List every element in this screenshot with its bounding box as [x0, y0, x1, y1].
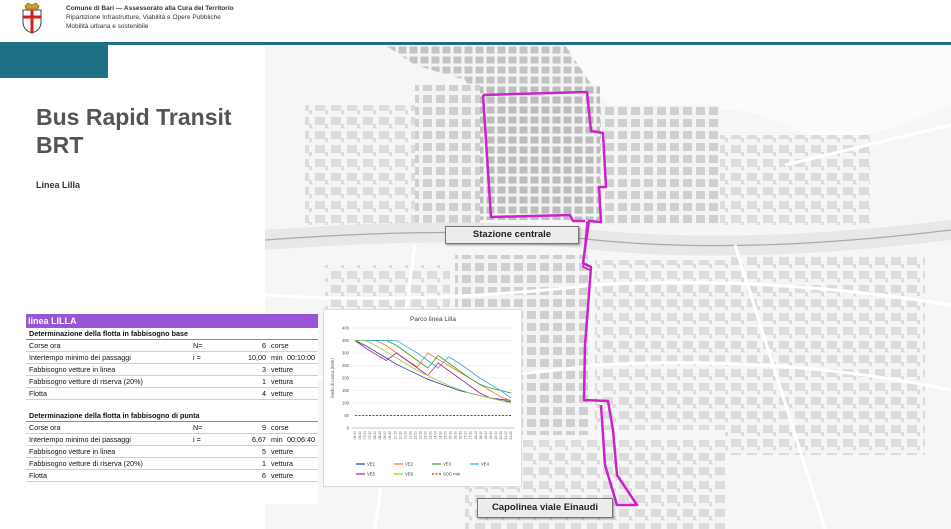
legend-label: VE1	[367, 462, 376, 467]
table-row: Intertempo minimo dei passaggi i = 10,00 mi…	[26, 352, 318, 364]
y-axis-label: livello di carica (kWh)	[330, 358, 335, 398]
fleet-table-header: linea LILLA	[26, 314, 318, 328]
x-tick-label: 21:30	[509, 431, 513, 440]
x-tick-label: 09:00	[383, 431, 387, 440]
y-tick-label: 400	[342, 326, 350, 331]
table-row: Fabbisogno vetture in linea 3 vetture	[26, 364, 318, 376]
x-tick-label: 14:00	[434, 431, 438, 440]
x-tick-label: 08:00	[373, 431, 377, 440]
page-title-line-2: BRT	[36, 132, 84, 158]
x-tick-label: 13:00	[423, 431, 427, 440]
legend-label: VE3	[443, 462, 452, 467]
section-title-peak: Determinazione della flotta in fabbisogn…	[26, 410, 318, 422]
table-row: Fabbisogno vetture di riserva (20%) 1 vett…	[26, 376, 318, 388]
y-tick-label: 200	[342, 376, 350, 381]
legend-label: VE6	[405, 472, 414, 477]
legend-label: VE4	[481, 462, 490, 467]
x-tick-label: 18:00	[474, 431, 478, 440]
table-row: Flotta 4 vetture	[26, 388, 318, 400]
y-tick-label: 0	[347, 426, 350, 431]
x-tick-label: 16:30	[459, 431, 463, 440]
y-tick-label: 350	[342, 338, 350, 343]
page-subtitle: Linea Lilla	[36, 180, 81, 190]
y-tick-label: 50	[344, 413, 349, 418]
y-tick-label: 100	[342, 401, 350, 406]
table-row: Intertempo minimo dei passaggi i = 6,67 min…	[26, 434, 318, 446]
series-line-ve6	[355, 340, 512, 404]
page-title: Bus Rapid Transit BRT	[36, 103, 256, 159]
fleet-chart: Parco linea Lilla livello di carica (kWh)…	[330, 316, 514, 477]
x-tick-label: 20:00	[494, 431, 498, 440]
station-label: Stazione centrale	[445, 226, 579, 244]
table-row: Fabbisogno vetture in linea 5 vetture	[26, 446, 318, 458]
chart-title: Parco linea Lilla	[410, 316, 456, 323]
x-tick-label: 17:30	[469, 431, 473, 440]
series-line-ve3	[355, 340, 512, 394]
y-tick-label: 250	[342, 363, 350, 368]
x-tick-label: 15:30	[449, 431, 453, 440]
x-tick-label: 13:30	[428, 431, 432, 440]
table-row: Corse ora N= 9 corse	[26, 422, 318, 434]
accent-block	[0, 45, 108, 78]
coat-of-arms-icon	[22, 3, 42, 34]
table-row: Fabbisogno vetture di riserva (20%) 1 vett…	[26, 458, 318, 470]
chart-panel: Parco linea Lilla livello di carica (kWh)…	[323, 309, 522, 487]
page-title-line-1: Bus Rapid Transit	[36, 104, 232, 130]
x-tick-label: 11:00	[403, 431, 407, 439]
x-tick-label: 12:00	[413, 431, 417, 440]
terminal-label: Capolinea viale Einaudi	[477, 498, 613, 518]
series-line-ve2	[355, 340, 512, 401]
table-row: Flotta 6 vetture	[26, 470, 318, 482]
legend-label: VE2	[405, 462, 414, 467]
header-line-3: Mobilità urbana e sostenibile	[66, 23, 149, 30]
x-tick-label: 15:00	[444, 431, 448, 440]
x-tick-label: 16:00	[454, 431, 458, 440]
page-header: Comune di Bari — Assessorato alla Cura d…	[0, 0, 951, 42]
x-tick-label: 11:30	[408, 431, 412, 439]
y-tick-label: 300	[342, 351, 350, 356]
x-tick-label: 08:30	[378, 431, 382, 440]
x-tick-label: 06:00	[353, 431, 357, 440]
x-tick-label: 19:00	[484, 431, 488, 440]
x-tick-label: 06:30	[358, 431, 362, 440]
x-tick-label: 12:30	[418, 431, 422, 440]
x-tick-label: 07:00	[363, 431, 367, 440]
section-title-base: Determinazione della flotta in fabbisogn…	[26, 328, 318, 340]
x-tick-label: 10:30	[398, 431, 402, 440]
x-tick-label: 09:30	[388, 431, 392, 440]
x-tick-label: 21:00	[504, 431, 508, 440]
x-tick-label: 07:30	[368, 431, 372, 440]
legend-label: VE5	[367, 472, 376, 477]
legend-label: SOC min	[443, 472, 461, 477]
x-tick-label: 17:00	[464, 431, 468, 440]
table-spacer	[26, 400, 318, 410]
x-tick-label: 19:30	[489, 431, 493, 440]
y-tick-label: 150	[342, 388, 350, 393]
x-tick-label: 14:30	[439, 431, 443, 440]
header-line-2: Ripartizione Infrastrutture, Viabilità e…	[66, 14, 221, 21]
fleet-table: linea LILLA Determinazione della flotta …	[26, 314, 318, 504]
series-line-ve5	[354, 340, 512, 403]
x-tick-label: 18:30	[479, 431, 483, 440]
series-line-ve1	[354, 340, 512, 401]
header-text: Comune di Bari — Assessorato alla Cura d…	[66, 4, 234, 31]
table-row: Corse ora N= 6 corse	[26, 340, 318, 352]
x-tick-label: 10:00	[393, 431, 397, 440]
x-tick-label: 20:30	[499, 431, 503, 440]
header-line-1: Comune di Bari — Assessorato alla Cura d…	[66, 5, 234, 12]
